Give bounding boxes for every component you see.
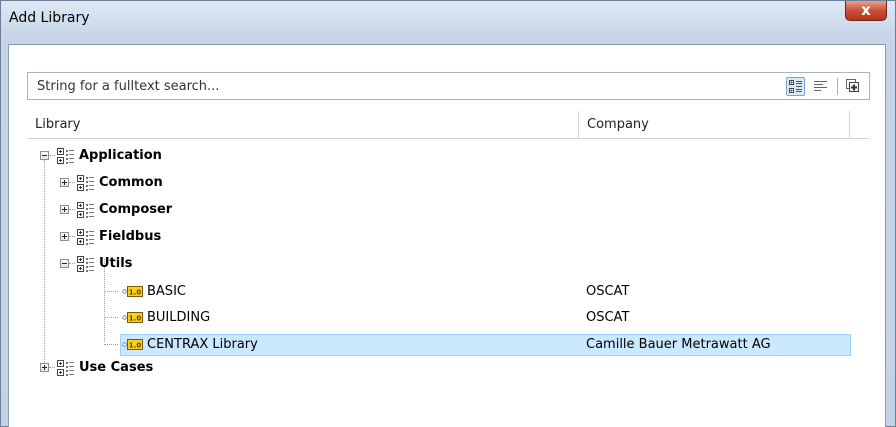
library-badge-text: 1.0 <box>129 315 142 323</box>
close-icon: x <box>861 1 871 19</box>
tree-item-company: Camille Bauer Metrawatt AG <box>586 337 771 352</box>
library-version-icon: 1.0 <box>122 312 143 323</box>
expand-icon[interactable] <box>40 363 49 372</box>
expand-icon[interactable] <box>60 205 69 214</box>
category-icon <box>77 175 94 191</box>
column-divider[interactable] <box>849 111 850 138</box>
library-badge-text: 1.0 <box>129 289 142 297</box>
tree-line <box>49 367 55 368</box>
category-icon <box>77 256 94 272</box>
tree-line <box>69 263 75 264</box>
category-view-icon <box>789 80 802 93</box>
tree-line <box>69 209 75 210</box>
tree-line <box>104 317 118 318</box>
tree-item-company: OSCAT <box>586 284 630 299</box>
tree-line <box>104 344 118 345</box>
tree-row[interactable]: 1.0 BASIC OSCAT <box>0 280 896 304</box>
category-icon <box>77 202 94 218</box>
list-view-icon <box>814 81 827 91</box>
collapse-icon[interactable] <box>60 259 69 268</box>
tree-item-label: BASIC <box>147 284 186 299</box>
tree-row[interactable]: Application <box>0 144 896 168</box>
collapse-icon[interactable] <box>40 151 49 160</box>
tree-row[interactable]: Common <box>0 171 896 195</box>
tree-item-label: Application <box>79 148 162 163</box>
category-icon <box>77 229 94 245</box>
tree-line <box>69 236 75 237</box>
tree-row[interactable]: Fieldbus <box>0 225 896 249</box>
details-view-button[interactable] <box>844 77 863 96</box>
tree-item-label: CENTRAX Library <box>147 337 258 352</box>
search-field[interactable]: String for a fulltext search... <box>27 72 870 100</box>
tree-line <box>69 182 75 183</box>
tree-row[interactable]: Composer <box>0 198 896 222</box>
tree-item-label: Fieldbus <box>99 229 162 244</box>
close-button[interactable]: x <box>845 1 887 21</box>
library-version-icon: 1.0 <box>122 339 143 350</box>
category-icon <box>57 360 74 376</box>
details-view-icon <box>846 79 859 92</box>
category-icon <box>57 148 74 164</box>
search-input[interactable]: String for a fulltext search... <box>37 79 219 94</box>
column-company[interactable]: Company <box>579 111 849 138</box>
column-header: Library Company <box>27 111 870 139</box>
expand-icon[interactable] <box>60 178 69 187</box>
tree-row[interactable]: Use Cases <box>0 356 896 380</box>
expand-icon[interactable] <box>60 232 69 241</box>
tree-item-company: OSCAT <box>586 310 630 325</box>
tree-line <box>104 291 118 292</box>
library-version-icon: 1.0 <box>122 286 143 297</box>
tree-item-label: Common <box>99 175 163 190</box>
toolbar-separator <box>837 78 838 95</box>
tree-item-label: Utils <box>99 256 133 271</box>
column-library[interactable]: Library <box>27 111 578 138</box>
tree-row[interactable]: 1.0 BUILDING OSCAT <box>0 306 896 330</box>
tree-item-label: BUILDING <box>147 310 211 325</box>
list-view-button[interactable] <box>812 77 831 96</box>
tree-row-selected[interactable]: 1.0 CENTRAX Library Camille Bauer Metraw… <box>0 333 896 357</box>
library-badge-text: 1.0 <box>129 342 142 350</box>
category-view-button[interactable] <box>786 77 805 96</box>
window-title: Add Library <box>9 10 90 26</box>
tree-row[interactable]: Utils <box>0 252 896 276</box>
tree-line <box>49 155 55 156</box>
tree-item-label: Composer <box>99 202 173 217</box>
tree-item-label: Use Cases <box>79 360 154 375</box>
